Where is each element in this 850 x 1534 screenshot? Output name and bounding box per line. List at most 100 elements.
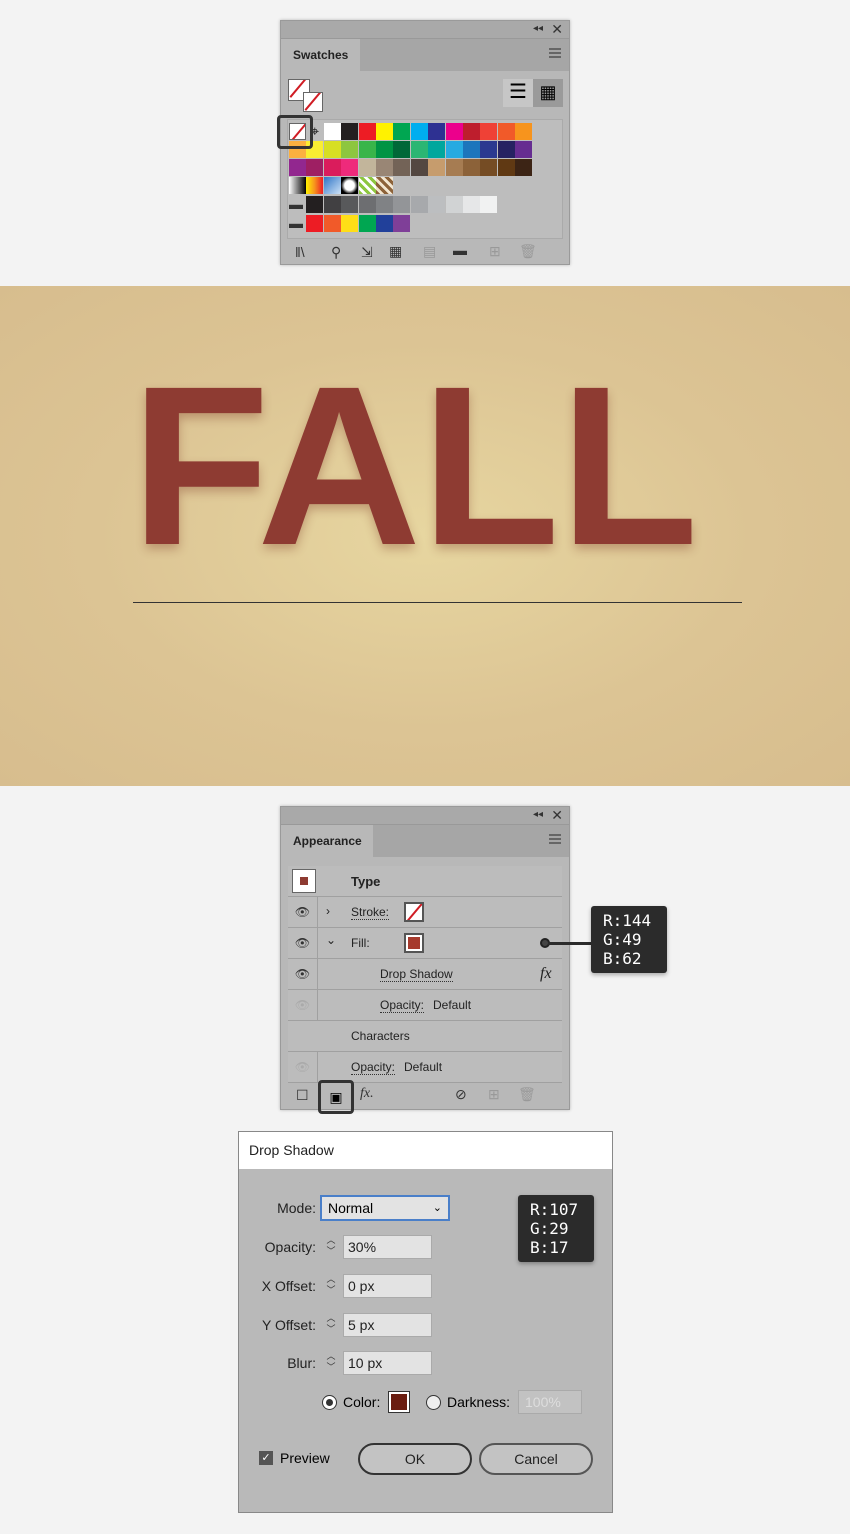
opacity-stepper[interactable]: ︿ ﹀ xyxy=(322,1235,340,1259)
fall-text[interactable]: FALL xyxy=(131,353,698,580)
tab-appearance[interactable]: Appearance xyxy=(281,825,373,857)
show-kinds-icon[interactable]: ⚲ xyxy=(331,244,341,261)
color-swatch[interactable] xyxy=(480,159,498,176)
fill-label[interactable]: Fill: xyxy=(351,936,370,950)
ok-button[interactable]: OK xyxy=(358,1443,472,1475)
color-swatch[interactable] xyxy=(463,123,480,140)
color-swatch[interactable] xyxy=(341,159,359,176)
tab-swatches[interactable]: Swatches xyxy=(281,39,361,71)
drop-shadow-row[interactable]: 👁 Drop Shadow fx xyxy=(288,959,562,990)
duplicate-item-icon[interactable]: ⊞ xyxy=(488,1086,500,1103)
color-swatch[interactable] xyxy=(289,159,306,176)
color-swatch[interactable] xyxy=(358,215,376,232)
list-view-button[interactable]: ☰ xyxy=(503,79,533,107)
color-swatch[interactable] xyxy=(480,123,498,140)
color-swatch[interactable] xyxy=(306,196,324,213)
color-swatch[interactable] xyxy=(376,196,393,213)
color-swatch[interactable] xyxy=(323,196,341,213)
visibility-eye-icon[interactable]: 👁 xyxy=(288,928,318,958)
x-offset-field[interactable]: 0 px xyxy=(343,1274,432,1298)
color-swatch[interactable] xyxy=(341,123,359,140)
blur-field[interactable]: 10 px xyxy=(343,1351,432,1375)
color-swatch[interactable] xyxy=(393,196,411,213)
grid-view-button[interactable]: ▦ xyxy=(533,79,563,107)
color-swatch[interactable] xyxy=(341,177,359,194)
swatch-options-icon[interactable]: ⇲ xyxy=(361,244,373,261)
panel-menu-icon[interactable] xyxy=(549,48,561,58)
stroke-none-icon[interactable] xyxy=(303,92,323,112)
color-swatch[interactable] xyxy=(358,177,376,194)
color-swatch[interactable] xyxy=(428,196,446,213)
add-effect-fx-icon[interactable]: fx. xyxy=(360,1086,374,1102)
panel-menu-icon[interactable] xyxy=(549,834,561,844)
color-swatch[interactable] xyxy=(463,141,480,158)
color-swatch[interactable] xyxy=(497,159,515,176)
mode-select[interactable]: Normal ⌄ xyxy=(320,1195,450,1221)
color-swatch[interactable] xyxy=(341,141,359,158)
color-swatch[interactable] xyxy=(376,215,393,232)
y-offset-field[interactable]: 5 px xyxy=(343,1313,432,1337)
color-swatch[interactable] xyxy=(480,141,498,158)
stroke-label[interactable]: Stroke: xyxy=(351,905,390,920)
color-swatch[interactable] xyxy=(376,177,393,194)
fill-swatch[interactable] xyxy=(404,933,424,953)
characters-row[interactable]: Characters xyxy=(288,1021,562,1052)
color-swatch[interactable] xyxy=(341,196,359,213)
fill-opacity-row[interactable]: 👁 Opacity: Default xyxy=(288,990,562,1021)
color-swatch[interactable] xyxy=(445,196,463,213)
color-swatch[interactable] xyxy=(358,141,376,158)
clear-appearance-icon[interactable]: ⊘ xyxy=(455,1086,467,1103)
color-swatch[interactable] xyxy=(515,123,533,140)
new-group-folder-icon[interactable]: ▬ xyxy=(453,242,467,258)
color-swatch[interactable] xyxy=(323,141,341,158)
color-swatch[interactable] xyxy=(410,141,428,158)
color-swatch[interactable] xyxy=(480,196,498,213)
opacity-link[interactable]: Opacity: xyxy=(380,998,425,1013)
color-swatch[interactable] xyxy=(306,159,324,176)
color-swatch[interactable] xyxy=(323,123,341,140)
color-swatch[interactable] xyxy=(393,215,411,232)
color-swatch[interactable] xyxy=(358,196,376,213)
collapse-icon[interactable]: ◂◂ xyxy=(533,809,543,820)
close-icon[interactable]: ✕ xyxy=(551,21,563,38)
color-swatch[interactable] xyxy=(341,215,359,232)
object-opacity-row[interactable]: 👁 Opacity: Default xyxy=(288,1052,562,1083)
drop-shadow-link[interactable]: Drop Shadow xyxy=(380,967,453,982)
shadow-color-swatch[interactable] xyxy=(388,1391,410,1413)
libraries-menu-icon[interactable]: ‖\ xyxy=(295,244,305,260)
color-swatch[interactable] xyxy=(393,159,411,176)
delete-swatch-icon[interactable]: 🗑 xyxy=(519,243,537,260)
collapse-icon[interactable]: ◂◂ xyxy=(533,23,543,34)
color-swatch[interactable] xyxy=(445,159,463,176)
color-swatch[interactable] xyxy=(515,141,533,158)
darkness-radio[interactable] xyxy=(426,1395,441,1410)
color-swatch[interactable] xyxy=(289,177,306,194)
opacity-link[interactable]: Opacity: xyxy=(351,1060,396,1075)
color-swatch[interactable] xyxy=(410,196,428,213)
stroke-swatch[interactable] xyxy=(404,902,424,922)
color-swatch[interactable] xyxy=(463,159,480,176)
color-group-folder-icon[interactable]: ▬ xyxy=(289,196,306,213)
color-swatch[interactable] xyxy=(376,141,393,158)
color-swatch[interactable] xyxy=(376,159,393,176)
new-swatch-icon[interactable]: ⊞ xyxy=(489,243,501,260)
color-group-folder-icon[interactable]: ▬ xyxy=(289,215,306,232)
color-swatch[interactable] xyxy=(323,215,341,232)
color-swatch[interactable] xyxy=(376,123,393,140)
color-swatch[interactable] xyxy=(410,123,428,140)
color-swatch[interactable] xyxy=(306,215,324,232)
color-swatch[interactable] xyxy=(463,196,480,213)
collapse-chevron-icon[interactable]: ⌄ xyxy=(326,933,336,947)
visibility-eye-icon[interactable]: 👁 xyxy=(288,897,318,927)
cancel-button[interactable]: Cancel xyxy=(479,1443,593,1475)
color-swatch[interactable] xyxy=(358,159,376,176)
color-swatch[interactable] xyxy=(393,141,411,158)
color-swatch[interactable] xyxy=(323,177,341,194)
color-swatch[interactable] xyxy=(393,123,411,140)
color-swatch[interactable] xyxy=(515,159,533,176)
x-offset-stepper[interactable]: ︿ ﹀ xyxy=(322,1274,340,1298)
type-row[interactable]: Type xyxy=(288,866,562,897)
visibility-eye-icon[interactable]: 👁 xyxy=(288,959,318,989)
blur-stepper[interactable]: ︿ ﹀ xyxy=(322,1351,340,1375)
close-icon[interactable]: ✕ xyxy=(551,807,563,824)
